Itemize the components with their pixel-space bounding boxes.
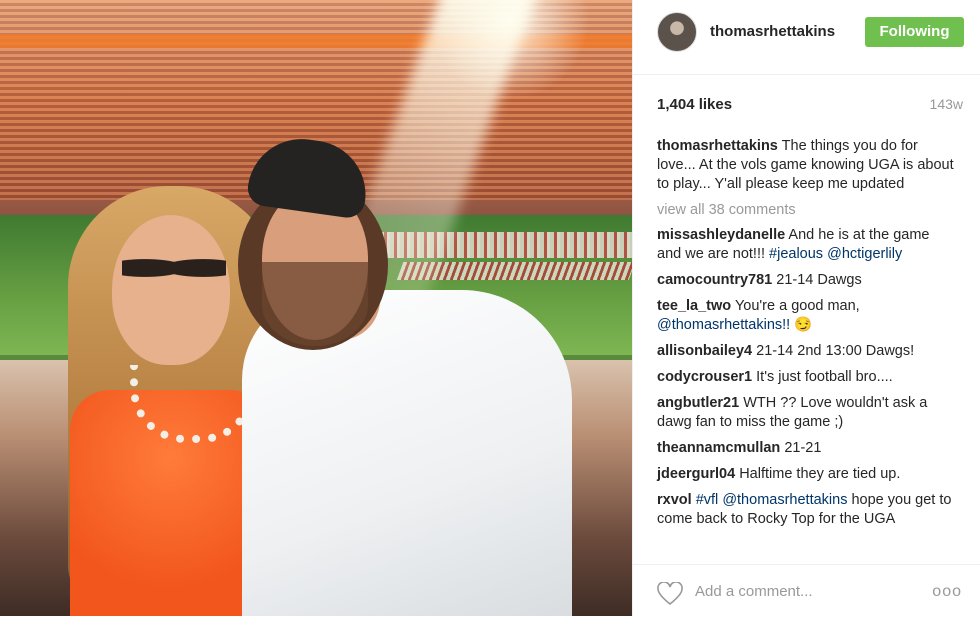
comment-text: It's just football bro.... <box>756 369 893 385</box>
photo-woman-face <box>112 215 230 365</box>
comment-item: camocountry781 21-14 Dawgs <box>657 271 957 290</box>
following-button[interactable]: Following <box>865 17 964 47</box>
comment-username[interactable]: allisonbailey4 <box>657 343 752 359</box>
post-footer: ooo <box>633 564 980 617</box>
comment-username[interactable]: missashleydanelle <box>657 227 785 243</box>
comment-text: 21-14 Dawgs <box>776 272 862 288</box>
post-age[interactable]: 143w <box>930 96 963 112</box>
comment-item: tee_la_two You're a good man, @thomasrhe… <box>657 297 957 335</box>
comment-username[interactable]: codycrouser1 <box>657 369 752 385</box>
caption: thomasrhettakins The things you do for l… <box>657 137 957 194</box>
avatar[interactable] <box>657 12 697 52</box>
post-side-panel: thomasrhettakins Following 1,404 likes 1… <box>632 0 980 616</box>
photo-man-beard <box>262 262 368 346</box>
comment-item: theannamcmullan 21-21 <box>657 439 957 458</box>
comment-text: 21-21 <box>784 440 822 456</box>
view-all-comments-link[interactable]: view all 38 comments <box>657 201 957 220</box>
comment-item: codycrouser1 It's just football bro.... <box>657 368 957 387</box>
photo-sunglasses <box>122 250 226 286</box>
comment-text: 21-14 2nd 13:00 Dawgs! <box>756 343 915 359</box>
comment-text: Halftime they are tied up. <box>739 466 901 482</box>
comment-hashtag[interactable]: #vfl <box>696 492 719 508</box>
comment-item: jdeergurl04 Halftime they are tied up. <box>657 465 957 484</box>
post-container: thomasrhettakins Following 1,404 likes 1… <box>0 0 980 616</box>
comment-item: allisonbailey4 21-14 2nd 13:00 Dawgs! <box>657 342 957 361</box>
likes-count[interactable]: 1,404 likes <box>657 96 732 113</box>
comment-username[interactable]: angbutler21 <box>657 395 739 411</box>
comment-text-suffix: 😏 <box>790 317 813 333</box>
post-photo[interactable] <box>0 0 632 616</box>
comment-item: angbutler21 WTH ?? Love wouldn't ask a d… <box>657 394 957 432</box>
comment-mention[interactable]: @hctigerlily <box>827 246 902 262</box>
comment-username[interactable]: tee_la_two <box>657 298 731 314</box>
post-username[interactable]: thomasrhettakins <box>710 23 835 40</box>
comment-hashtag[interactable]: #jealous <box>769 246 823 262</box>
comments-list: thomasrhettakins The things you do for l… <box>657 137 957 536</box>
comment-item: rxvol #vfl @thomasrhettakins hope you ge… <box>657 491 957 529</box>
comment-item: missashleydanelle And he is at the game … <box>657 226 957 264</box>
more-options-icon[interactable]: ooo <box>932 583 962 601</box>
comment-username[interactable]: theannamcmullan <box>657 440 780 456</box>
post-header: thomasrhettakins Following <box>633 0 980 75</box>
comment-username[interactable]: jdeergurl04 <box>657 466 735 482</box>
caption-username[interactable]: thomasrhettakins <box>657 138 778 154</box>
comment-text: You're a good man, <box>734 298 860 314</box>
add-comment-input[interactable] <box>695 583 905 600</box>
heart-icon[interactable] <box>657 582 683 606</box>
comment-username[interactable]: camocountry781 <box>657 272 772 288</box>
comment-username[interactable]: rxvol <box>657 492 692 508</box>
comment-mention[interactable]: @thomasrhettakins <box>722 492 847 508</box>
comment-entries: missashleydanelle And he is at the game … <box>657 226 957 529</box>
comment-mention[interactable]: @thomasrhettakins!! <box>657 317 790 333</box>
